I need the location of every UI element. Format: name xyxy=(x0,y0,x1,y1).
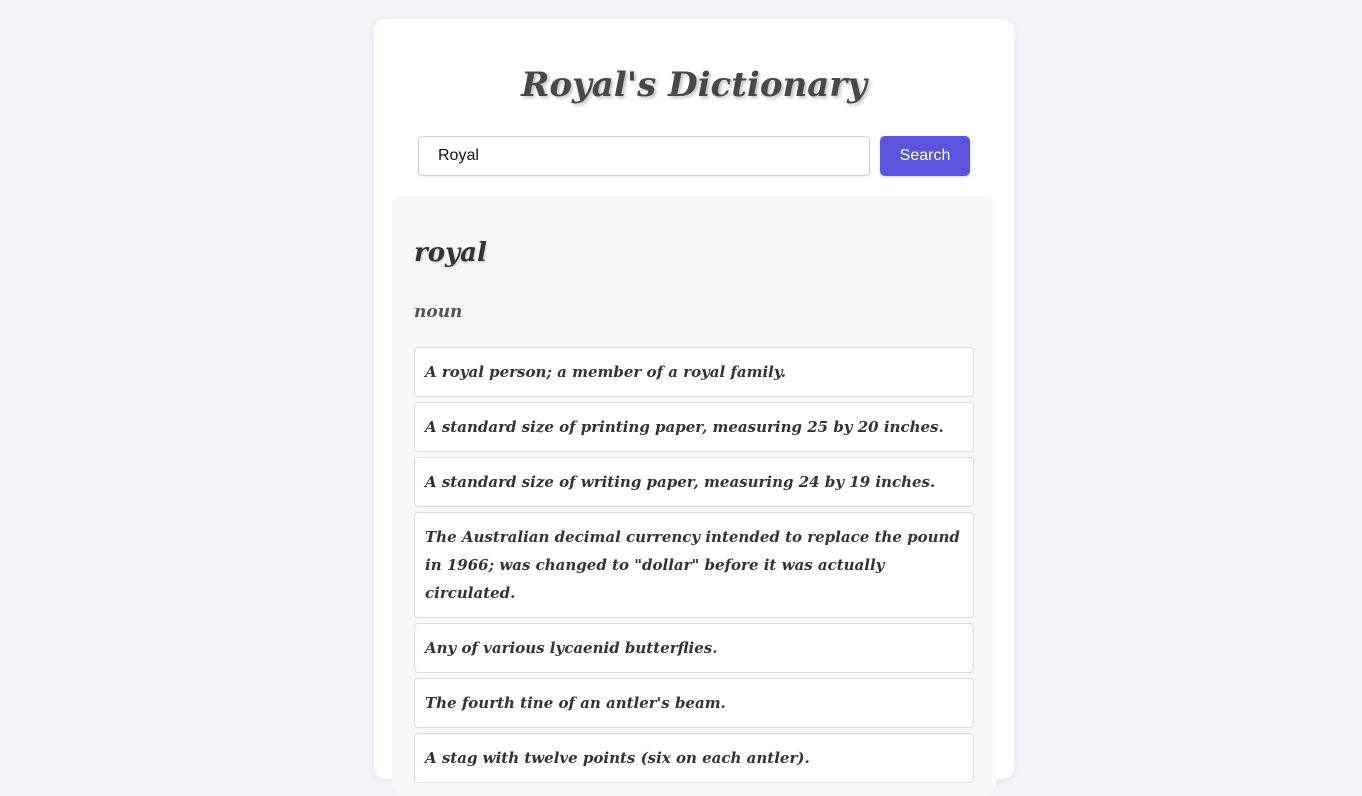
definition-item: A standard size of printing paper, measu… xyxy=(414,402,974,452)
search-button[interactable]: Search xyxy=(880,136,970,176)
definition-item: Any of various lycaenid butterflies. xyxy=(414,623,974,673)
result-word: royal xyxy=(414,238,487,268)
result-panel: royal noun A royal person; a member of a… xyxy=(392,196,996,796)
definition-item: The fourth tine of an antler's beam. xyxy=(414,678,974,728)
page-title: Royal's Dictionary xyxy=(521,65,867,105)
definition-list: A royal person; a member of a royal fami… xyxy=(414,347,974,788)
definition-item: A standard size of writing paper, measur… xyxy=(414,457,974,507)
dictionary-card: Royal's Dictionary Search royal noun A r… xyxy=(374,19,1014,796)
part-of-speech: noun xyxy=(414,302,463,322)
search-input[interactable] xyxy=(418,136,870,176)
definition-item: A royal person; a member of a royal fami… xyxy=(414,347,974,397)
definition-item: A stag with twelve points (six on each a… xyxy=(414,733,974,783)
definition-item: The Australian decimal currency intended… xyxy=(414,512,974,618)
